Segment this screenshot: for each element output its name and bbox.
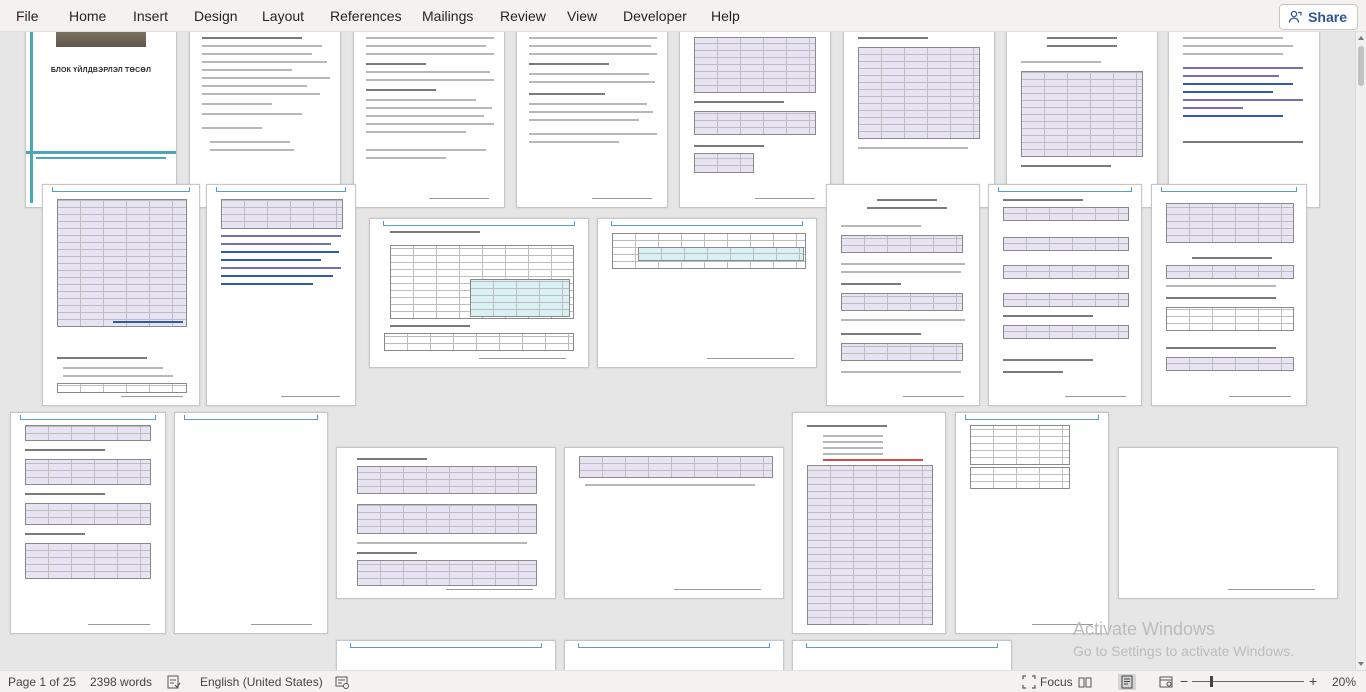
zoom-out-button[interactable]: −: [1180, 673, 1188, 689]
print-layout-icon[interactable]: [1118, 674, 1136, 690]
cover-photo: [56, 32, 146, 47]
scroll-up-icon[interactable]: [1358, 36, 1364, 40]
page-thumbnail-11[interactable]: [369, 218, 589, 368]
page-thumbnail-10[interactable]: [206, 184, 356, 406]
tab-help[interactable]: Help: [711, 8, 740, 24]
page-thumbnail-19[interactable]: [564, 447, 784, 599]
page-thumbnail-3[interactable]: [353, 32, 505, 208]
accessibility-icon[interactable]: [335, 675, 349, 689]
word-count[interactable]: 2398 words: [90, 676, 152, 688]
zoom-level[interactable]: 20%: [1332, 676, 1356, 688]
activation-watermark-title: Activate Windows: [1073, 619, 1216, 639]
share-label: Share: [1308, 9, 1347, 25]
share-button[interactable]: Share: [1279, 4, 1358, 30]
zoom-in-button[interactable]: +: [1309, 673, 1317, 689]
read-mode-icon[interactable]: [1078, 675, 1092, 689]
page-thumbnail-13[interactable]: [826, 184, 980, 406]
ribbon-tab-bar: File Home Insert Design Layout Reference…: [0, 0, 1366, 32]
status-bar: Page 1 of 25 2398 words English (United …: [0, 670, 1366, 692]
tab-file[interactable]: File: [16, 8, 39, 24]
tab-layout[interactable]: Layout: [262, 8, 304, 24]
document-canvas[interactable]: БЛОК ҮЙЛДВЭРЛЭЛ ТӨСӨЛ: [0, 32, 1355, 670]
share-person-icon: [1288, 10, 1302, 24]
tab-view[interactable]: View: [567, 8, 597, 24]
cover-title: БЛОК ҮЙЛДВЭРЛЭЛ ТӨСӨЛ: [50, 67, 152, 74]
scroll-down-icon[interactable]: [1358, 662, 1364, 666]
tab-design[interactable]: Design: [194, 8, 238, 24]
page-thumbnail-15[interactable]: [1151, 184, 1307, 406]
page-thumbnail-7[interactable]: [1006, 32, 1158, 208]
page-thumbnail-1[interactable]: БЛОК ҮЙЛДВЭРЛЭЛ ТӨСӨЛ: [25, 32, 177, 208]
activation-watermark-subtitle: Go to Settings to activate Windows.: [1073, 643, 1294, 659]
page-thumbnail-20[interactable]: [792, 412, 946, 634]
vertical-scrollbar[interactable]: [1355, 32, 1366, 670]
page-thumbnail-24[interactable]: [564, 640, 784, 670]
page-thumbnail-4[interactable]: [516, 32, 668, 208]
page-thumbnail-9[interactable]: [42, 184, 200, 406]
tab-home[interactable]: Home: [69, 8, 106, 24]
scrollbar-thumb[interactable]: [1358, 46, 1364, 86]
tab-insert[interactable]: Insert: [133, 8, 168, 24]
page-thumbnail-25[interactable]: [792, 640, 1012, 670]
page-thumbnail-6[interactable]: [843, 32, 995, 208]
web-layout-icon[interactable]: [1159, 675, 1173, 689]
page-thumbnail-21[interactable]: [955, 412, 1109, 634]
focus-button[interactable]: Focus: [1040, 676, 1073, 688]
page-thumbnail-16[interactable]: [10, 412, 166, 634]
page-thumbnail-18[interactable]: [336, 447, 556, 599]
page-thumbnail-2[interactable]: [189, 32, 341, 208]
tab-mailings[interactable]: Mailings: [422, 8, 473, 24]
page-thumbnail-8[interactable]: [1168, 32, 1320, 208]
cover-accent-bar: [30, 32, 33, 203]
zoom-slider[interactable]: [1192, 681, 1304, 682]
page-thumbnail-12[interactable]: [597, 218, 817, 368]
page-thumbnail-23[interactable]: [336, 640, 556, 670]
focus-icon[interactable]: [1022, 675, 1036, 689]
page-thumbnail-17[interactable]: [174, 412, 328, 634]
tab-developer[interactable]: Developer: [623, 8, 687, 24]
proofing-icon[interactable]: [167, 675, 181, 689]
cover-accent-rule: [26, 151, 176, 154]
page-thumbnail-22[interactable]: [1118, 447, 1338, 599]
language-indicator[interactable]: English (United States): [200, 676, 323, 688]
tab-references[interactable]: References: [330, 8, 402, 24]
page-thumbnail-14[interactable]: [988, 184, 1142, 406]
tab-review[interactable]: Review: [500, 8, 546, 24]
page-thumbnail-5[interactable]: [679, 32, 831, 208]
page-count[interactable]: Page 1 of 25: [8, 676, 76, 688]
zoom-slider-thumb[interactable]: [1210, 676, 1213, 687]
